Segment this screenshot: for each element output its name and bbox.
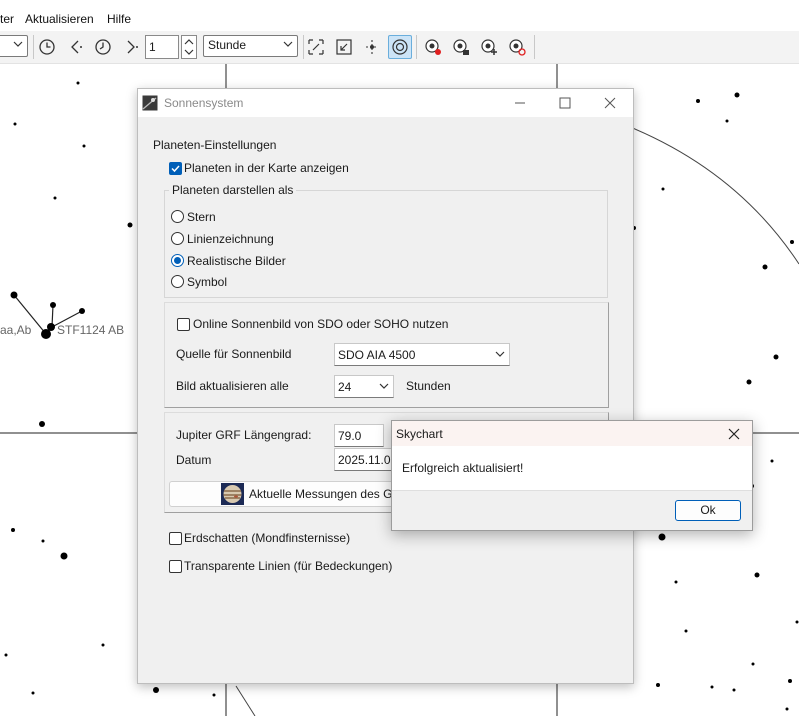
section-title: Planeten-Einstellungen [153,138,277,152]
zoom-in-icon[interactable] [304,35,328,59]
partial-combo[interactable] [0,35,28,57]
animation-icon[interactable] [360,35,384,59]
step-input[interactable]: 1 [145,35,179,59]
check-icon [171,165,180,173]
chevron-down-icon [13,41,23,47]
chevron-down-icon [379,383,389,389]
star-label: aa,Ab [0,323,32,337]
window-titlebar[interactable]: Sonnensystem [138,89,633,117]
ok-button[interactable]: Ok [675,500,741,521]
radio-linienzeichnung[interactable] [171,232,184,245]
radio-stern[interactable] [171,210,184,223]
online-sun-checkbox[interactable] [177,318,190,331]
toolbar: 1 Stunde [0,31,799,64]
camera-add-icon[interactable] [477,35,501,59]
radio-realistische-bilder[interactable] [171,254,184,267]
camera-lock-icon[interactable] [449,35,473,59]
chevron-down-icon [283,41,293,47]
radio-label: Symbol [187,275,228,289]
center-target-icon[interactable] [388,35,412,59]
radio-label: Linienzeichnung [187,232,274,246]
minimize-icon[interactable] [497,89,543,117]
refresh-label: Bild aktualisieren alle [176,379,289,393]
refresh-interval-value: 24 [338,380,352,394]
star-label: STF1124 AB [57,323,125,337]
app-icon [142,95,158,111]
menu-item-aktualisieren[interactable]: Aktualisieren [25,12,94,26]
refresh-unit-label: Stunden [406,379,451,393]
clock-icon[interactable] [35,35,59,59]
dialog-body: Erfolgreich aktualisiert! [392,446,752,491]
grf-button-label: Aktuelle Messungen des GRF [249,487,409,501]
menu-item-partial[interactable]: ter [0,12,14,26]
coordinate-circle [235,685,256,716]
source-label: Quelle für Sonnenbild [176,347,292,361]
group-title: Planeten darstellen als [169,183,297,197]
sun-source-value: SDO AIA 4500 [338,348,416,362]
message-dialog: Skychart Erfolgreich aktualisiert! Ok [391,420,753,531]
radio-label: Realistische Bilder [187,254,286,268]
refresh-interval-select[interactable]: 24 [334,375,394,398]
transparent-lines-checkbox[interactable] [169,560,182,573]
close-icon[interactable] [722,423,746,444]
transparent-lines-label: Transparente Linien (für Bedeckungen) [184,559,393,573]
dialog-message: Erfolgreich aktualisiert! [402,461,524,475]
zoom-out-icon[interactable] [332,35,356,59]
time-unit-value: Stunde [208,38,247,52]
grf-measurements-button[interactable]: Aktuelle Messungen des GRF [169,481,408,507]
close-icon[interactable] [587,89,633,117]
date-input[interactable]: 2025.11.01 [334,448,394,471]
grf-label: Jupiter GRF Längengrad: [176,428,312,442]
camera-remove-icon[interactable] [505,35,529,59]
show-planets-label: Planeten in der Karte anzeigen [184,161,349,175]
menu-item-hilfe[interactable]: Hilfe [107,12,131,26]
maximize-icon[interactable] [542,89,588,117]
clock-reset-icon[interactable] [91,35,115,59]
chevron-down-icon [495,351,505,357]
earth-shadow-label: Erdschatten (Mondfinsternisse) [184,531,351,545]
dialog-titlebar[interactable]: Skychart [392,421,752,446]
show-planets-checkbox[interactable] [169,162,182,175]
step-spinner[interactable] [181,35,197,59]
jupiter-icon [221,483,244,505]
radio-symbol[interactable] [171,275,184,288]
camera-record-icon[interactable] [421,35,445,59]
step-back-icon[interactable] [63,35,87,59]
sun-source-select[interactable]: SDO AIA 4500 [334,343,510,366]
window-title: Sonnensystem [164,96,244,110]
menu-bar: ter Aktualisieren Hilfe [0,0,799,31]
step-forward-icon[interactable] [119,35,143,59]
spin-arrows-icon [184,39,194,55]
grf-longitude-input[interactable]: 79.0 [334,424,384,447]
time-unit-select[interactable]: Stunde [203,35,298,57]
radio-label: Stern [187,210,216,224]
online-sun-label: Online Sonnenbild von SDO oder SOHO nutz… [193,317,449,331]
dialog-title: Skychart [396,427,443,441]
earth-shadow-checkbox[interactable] [169,532,182,545]
solar-system-window: Sonnensystem Planeten-Einstellungen Plan… [137,88,634,684]
date-label: Datum [176,453,212,467]
